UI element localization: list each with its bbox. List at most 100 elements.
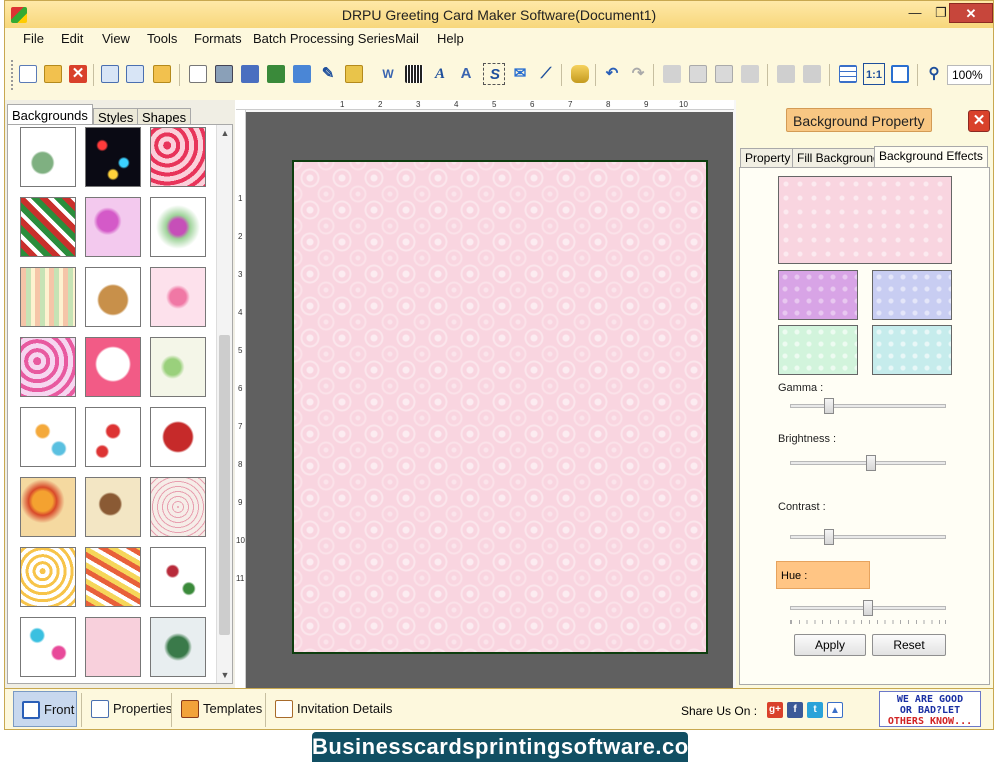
insert-image-icon[interactable] [291,63,313,85]
save-as-icon[interactable] [124,63,146,85]
minimize-button[interactable]: — [901,3,929,23]
background-thumb[interactable] [20,197,76,257]
scroll-down-icon[interactable]: ▼ [217,667,232,683]
scroll-thumb[interactable] [219,335,230,635]
effect-swatch-mint[interactable] [778,325,858,375]
background-thumb[interactable] [20,267,76,327]
effect-swatch-aqua[interactable] [872,325,952,375]
facebook-icon[interactable]: f [787,702,803,718]
zoom-level-field[interactable]: 100% [947,65,991,85]
properties-button[interactable]: Properties [83,691,172,727]
menu-file[interactable]: File [19,30,48,47]
feedback-badge[interactable]: WE ARE GOOD OR BAD?LET OTHERS KNOW... [879,691,981,727]
watermark-icon[interactable]: W [377,63,399,85]
background-thumb[interactable] [20,477,76,537]
zoom-icon[interactable]: ⚲ [923,63,945,85]
background-thumb[interactable] [85,127,141,187]
email-icon[interactable]: ✉ [509,63,531,85]
background-thumb[interactable] [20,617,76,677]
window-close-button[interactable]: ✕ [949,3,993,23]
background-thumb[interactable] [85,267,141,327]
background-thumb[interactable] [85,547,141,607]
text-icon[interactable]: A [429,63,451,85]
property-close-button[interactable]: ✕ [968,110,990,132]
cut-icon[interactable] [661,63,683,85]
close-document-icon[interactable]: ✕ [67,63,89,85]
copy-icon[interactable] [687,63,709,85]
background-thumb[interactable] [150,127,206,187]
menu-view[interactable]: View [98,30,134,47]
menu-tools[interactable]: Tools [143,30,181,47]
send-backward-icon[interactable] [801,63,823,85]
front-button[interactable]: Front [13,691,77,727]
apply-button[interactable]: Apply [794,634,866,656]
gamma-slider-thumb[interactable] [823,398,834,414]
picture-dropdown-icon[interactable] [343,63,365,85]
toolbar-grip[interactable] [11,60,14,90]
gamma-slider-track[interactable] [790,404,946,408]
contrast-slider-track[interactable] [790,535,946,539]
copy-card-icon[interactable] [239,63,261,85]
barcode-icon[interactable] [403,63,425,85]
background-thumb[interactable] [85,337,141,397]
print-icon[interactable] [213,63,235,85]
menu-formats[interactable]: Formats [190,30,246,47]
undo-icon[interactable]: ↶ [601,63,623,85]
actual-size-icon[interactable]: 1:1 [863,63,885,85]
line-tool-icon[interactable]: ⟋ [535,63,557,85]
effect-swatch-purple[interactable] [778,270,858,320]
templates-button[interactable]: Templates [173,691,263,727]
background-thumb[interactable] [85,477,141,537]
background-thumb[interactable] [85,407,141,467]
menu-batch-processing[interactable]: Batch Processing Series [249,30,399,47]
contrast-slider-thumb[interactable] [823,529,834,545]
menu-mail[interactable]: Mail [391,30,423,47]
gallery-scrollbar[interactable]: ▲ ▼ [216,125,232,683]
background-thumb[interactable] [20,407,76,467]
background-thumb[interactable] [20,127,76,187]
background-thumb[interactable] [150,267,206,327]
menu-edit[interactable]: Edit [57,30,87,47]
effect-swatch-lavender[interactable] [872,270,952,320]
background-thumb[interactable] [150,197,206,257]
background-thumb[interactable] [150,477,206,537]
signature-icon[interactable]: S [483,63,505,85]
grid-icon[interactable] [837,63,859,85]
print-preview-icon[interactable] [187,63,209,85]
paste-icon[interactable] [713,63,735,85]
background-thumb[interactable] [20,337,76,397]
reset-button[interactable]: Reset [872,634,946,656]
tab-fill-background[interactable]: Fill Background [792,148,885,168]
menu-help[interactable]: Help [433,30,468,47]
like-icon[interactable]: ▲ [827,702,843,718]
greeting-card-front[interactable] [292,160,708,654]
open-folder-icon[interactable] [42,63,64,85]
tab-backgrounds[interactable]: Backgrounds [7,104,93,126]
save-icon[interactable] [99,63,121,85]
background-thumb[interactable] [150,337,206,397]
export-icon[interactable] [151,63,173,85]
google-plus-icon[interactable]: g+ [767,702,783,718]
new-document-icon[interactable] [17,63,39,85]
background-thumb[interactable] [150,617,206,677]
fit-to-window-icon[interactable] [889,63,911,85]
invitation-details-button[interactable]: Invitation Details [267,691,397,727]
tab-property[interactable]: Property [740,148,796,168]
word-art-icon[interactable]: A [455,63,477,85]
database-icon[interactable] [569,63,591,85]
twitter-icon[interactable]: t [807,702,823,718]
background-thumb[interactable] [150,407,206,467]
background-thumb[interactable] [150,547,206,607]
hue-slider-thumb[interactable] [863,600,873,616]
background-thumb[interactable] [85,197,141,257]
pen-tool-icon[interactable]: ✎ [317,63,339,85]
background-thumb[interactable] [20,547,76,607]
background-thumb[interactable] [85,617,141,677]
bring-forward-icon[interactable] [775,63,797,85]
redo-icon[interactable]: ↷ [627,63,649,85]
delete-icon[interactable] [739,63,761,85]
crop-image-icon[interactable] [265,63,287,85]
brightness-slider-thumb[interactable] [865,455,876,471]
tab-background-effects[interactable]: Background Effects [874,146,988,168]
scroll-up-icon[interactable]: ▲ [217,125,232,141]
